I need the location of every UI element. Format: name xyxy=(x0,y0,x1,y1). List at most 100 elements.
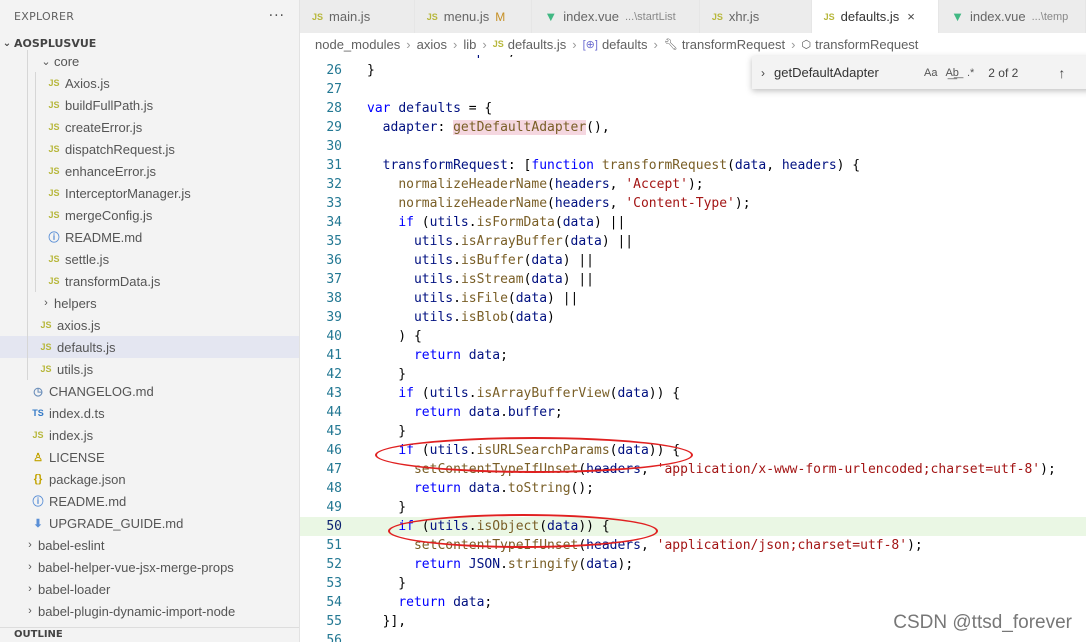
tab-xhr-js[interactable]: JS xhr.js xyxy=(699,0,812,33)
code-line[interactable]: 35 utils.isArrayBuffer(data) || xyxy=(300,232,1086,251)
tree-file[interactable]: JS createError.js xyxy=(0,116,299,138)
code-line[interactable]: 43 if (utils.isArrayBufferView(data)) { xyxy=(300,384,1086,403)
breadcrumb-item[interactable]: defaults xyxy=(602,37,648,52)
previous-match-icon[interactable]: ↑ xyxy=(1058,65,1065,81)
line-number: 48 xyxy=(326,481,342,496)
close-icon[interactable]: × xyxy=(907,9,915,24)
tree-file[interactable]: JS utils.js xyxy=(0,358,299,380)
match-case-toggle[interactable]: Aa xyxy=(924,67,937,79)
tree-item-label: mergeConfig.js xyxy=(65,207,153,223)
code-line[interactable]: 38 utils.isFile(data) || xyxy=(300,289,1086,308)
tree-folder[interactable]: › babel-plugin-dynamic-import-node xyxy=(0,600,299,622)
tree-file[interactable]: JS index.js xyxy=(0,424,299,446)
annotation-ellipse-line46 xyxy=(375,437,693,473)
code-line[interactable]: 42 } xyxy=(300,365,1086,384)
code-line[interactable]: 34 if (utils.isFormData(data) || xyxy=(300,213,1086,232)
tree-file[interactable]: JS mergeConfig.js xyxy=(0,204,299,226)
line-number: 50 xyxy=(326,519,342,534)
lic-file-icon: ♙ xyxy=(33,451,43,464)
tree-item-label: babel-helper-vue-jsx-merge-props xyxy=(38,559,234,575)
breadcrumb-item[interactable]: lib xyxy=(463,37,476,52)
code-line[interactable]: 30 xyxy=(300,137,1086,156)
tree-file[interactable]: JS dispatchRequest.js xyxy=(0,138,299,160)
code-text: utils.isStream(data) || xyxy=(413,272,595,287)
code-line[interactable]: 36 utils.isBuffer(data) || xyxy=(300,251,1086,270)
tab-index-vue[interactable]: ▼ index.vue ...\startList xyxy=(532,0,700,33)
more-actions-icon[interactable]: ··· xyxy=(269,8,285,24)
tree-item-label: index.js xyxy=(49,427,94,443)
code-line[interactable]: 45 } xyxy=(300,422,1086,441)
code-line[interactable]: 40 ) { xyxy=(300,327,1086,346)
tree-file[interactable]: ⓘ README.md xyxy=(0,226,299,248)
breadcrumb: node_modules › axios › lib › JS defaults.js › [⊕]… xyxy=(300,33,1086,55)
tree-file[interactable]: {} package.json xyxy=(0,468,299,490)
tree-folder[interactable]: ⌄ core xyxy=(0,50,299,72)
line-number: 26 xyxy=(326,63,342,78)
js-file-icon: JS xyxy=(48,276,60,286)
tree-file[interactable]: TS index.d.ts xyxy=(0,402,299,424)
tree-file[interactable]: JS InterceptorManager.js xyxy=(0,182,299,204)
indent-guide xyxy=(27,138,28,160)
tab-menu-js[interactable]: JS menu.js M xyxy=(414,0,533,33)
code-line[interactable]: 54 return data; xyxy=(300,593,1086,612)
line-number: 47 xyxy=(326,462,342,477)
code-line[interactable]: 32 normalizeHeaderName(headers, 'Accept'… xyxy=(300,175,1086,194)
code-line[interactable]: 49 } xyxy=(300,498,1086,517)
js-file-icon: JS xyxy=(48,254,60,264)
code-text: transformRequest: [function transformReq… xyxy=(382,158,861,173)
line-number: 43 xyxy=(326,386,342,401)
tree-file[interactable]: JS transformData.js xyxy=(0,270,299,292)
code-line[interactable]: 44 return data.buffer; xyxy=(300,403,1086,422)
code-line[interactable]: 48 return data.toString(); xyxy=(300,479,1086,498)
breadcrumb-item[interactable]: node_modules xyxy=(315,37,400,52)
tree-file[interactable]: JS enhanceError.js xyxy=(0,160,299,182)
line-number: 27 xyxy=(326,82,342,97)
indent-guide xyxy=(27,270,28,292)
tree-item-label: babel-loader xyxy=(38,581,111,597)
code-text: var defaults = { xyxy=(367,101,493,116)
code-line[interactable]: 37 utils.isStream(data) || xyxy=(300,270,1086,289)
tree-file[interactable]: ⓘ README.md xyxy=(0,490,299,512)
tab-index-vue[interactable]: ▼ index.vue ...\temp xyxy=(939,0,1086,33)
tree-file[interactable]: JS settle.js xyxy=(0,248,299,270)
code-line[interactable]: 53 } xyxy=(300,574,1086,593)
breadcrumb-item[interactable]: transformRequest xyxy=(682,37,785,52)
tab-main-js[interactable]: JS main.js xyxy=(300,0,415,33)
tab-defaults-js[interactable]: JS defaults.js × xyxy=(811,0,940,33)
tree-item-label: enhanceError.js xyxy=(65,163,157,179)
regex-toggle[interactable]: .* xyxy=(967,67,974,79)
tree-folder[interactable]: › helpers xyxy=(0,292,299,314)
breadcrumb-item[interactable]: transformRequest xyxy=(815,37,918,52)
code-line[interactable]: 39 utils.isBlob(data) xyxy=(300,308,1086,327)
indent-guide xyxy=(27,94,28,116)
code-line[interactable]: 31 transformRequest: [function transform… xyxy=(300,156,1086,175)
whole-word-toggle[interactable]: A͟b͟ xyxy=(945,67,958,79)
breadcrumb-item[interactable]: defaults.js xyxy=(508,37,567,52)
tree-file[interactable]: ♙ LICENSE xyxy=(0,446,299,468)
code-line[interactable]: 52 return JSON.stringify(data); xyxy=(300,555,1086,574)
breadcrumb-item[interactable]: axios xyxy=(417,37,447,52)
tree-file[interactable]: JS axios.js xyxy=(0,314,299,336)
chevron-right-icon[interactable]: › xyxy=(752,66,774,80)
js-file-icon: JS xyxy=(48,122,60,132)
find-input[interactable]: getDefaultAdapter xyxy=(774,65,924,80)
indent-guide xyxy=(27,50,28,72)
js-file-icon: JS xyxy=(32,430,44,440)
chevron-down-icon: ⌄ xyxy=(41,55,51,68)
tree-file[interactable]: JS buildFullPath.js xyxy=(0,94,299,116)
tree-file[interactable]: JS defaults.js xyxy=(0,336,299,358)
code-line[interactable]: 41 return data; xyxy=(300,346,1086,365)
tree-file[interactable]: JS Axios.js xyxy=(0,72,299,94)
outline-section[interactable]: OUTLINE xyxy=(0,627,299,642)
line-number: 46 xyxy=(326,443,342,458)
tree-folder[interactable]: › babel-helper-vue-jsx-merge-props xyxy=(0,556,299,578)
code-line[interactable]: 29 adapter: getDefaultAdapter(), xyxy=(300,118,1086,137)
tree-folder[interactable]: › babel-loader xyxy=(0,578,299,600)
tree-folder[interactable]: › babel-eslint xyxy=(0,534,299,556)
tree-file[interactable]: ⬇ UPGRADE_GUIDE.md xyxy=(0,512,299,534)
tree-item-label: createError.js xyxy=(65,119,143,135)
code-line[interactable]: 28 var defaults = { xyxy=(300,99,1086,118)
code-line[interactable]: 33 normalizeHeaderName(headers, 'Content… xyxy=(300,194,1086,213)
tree-file[interactable]: ◷ CHANGELOG.md xyxy=(0,380,299,402)
code-editor[interactable]: 25 return adapter;26}2728var defaults = … xyxy=(300,55,1086,642)
